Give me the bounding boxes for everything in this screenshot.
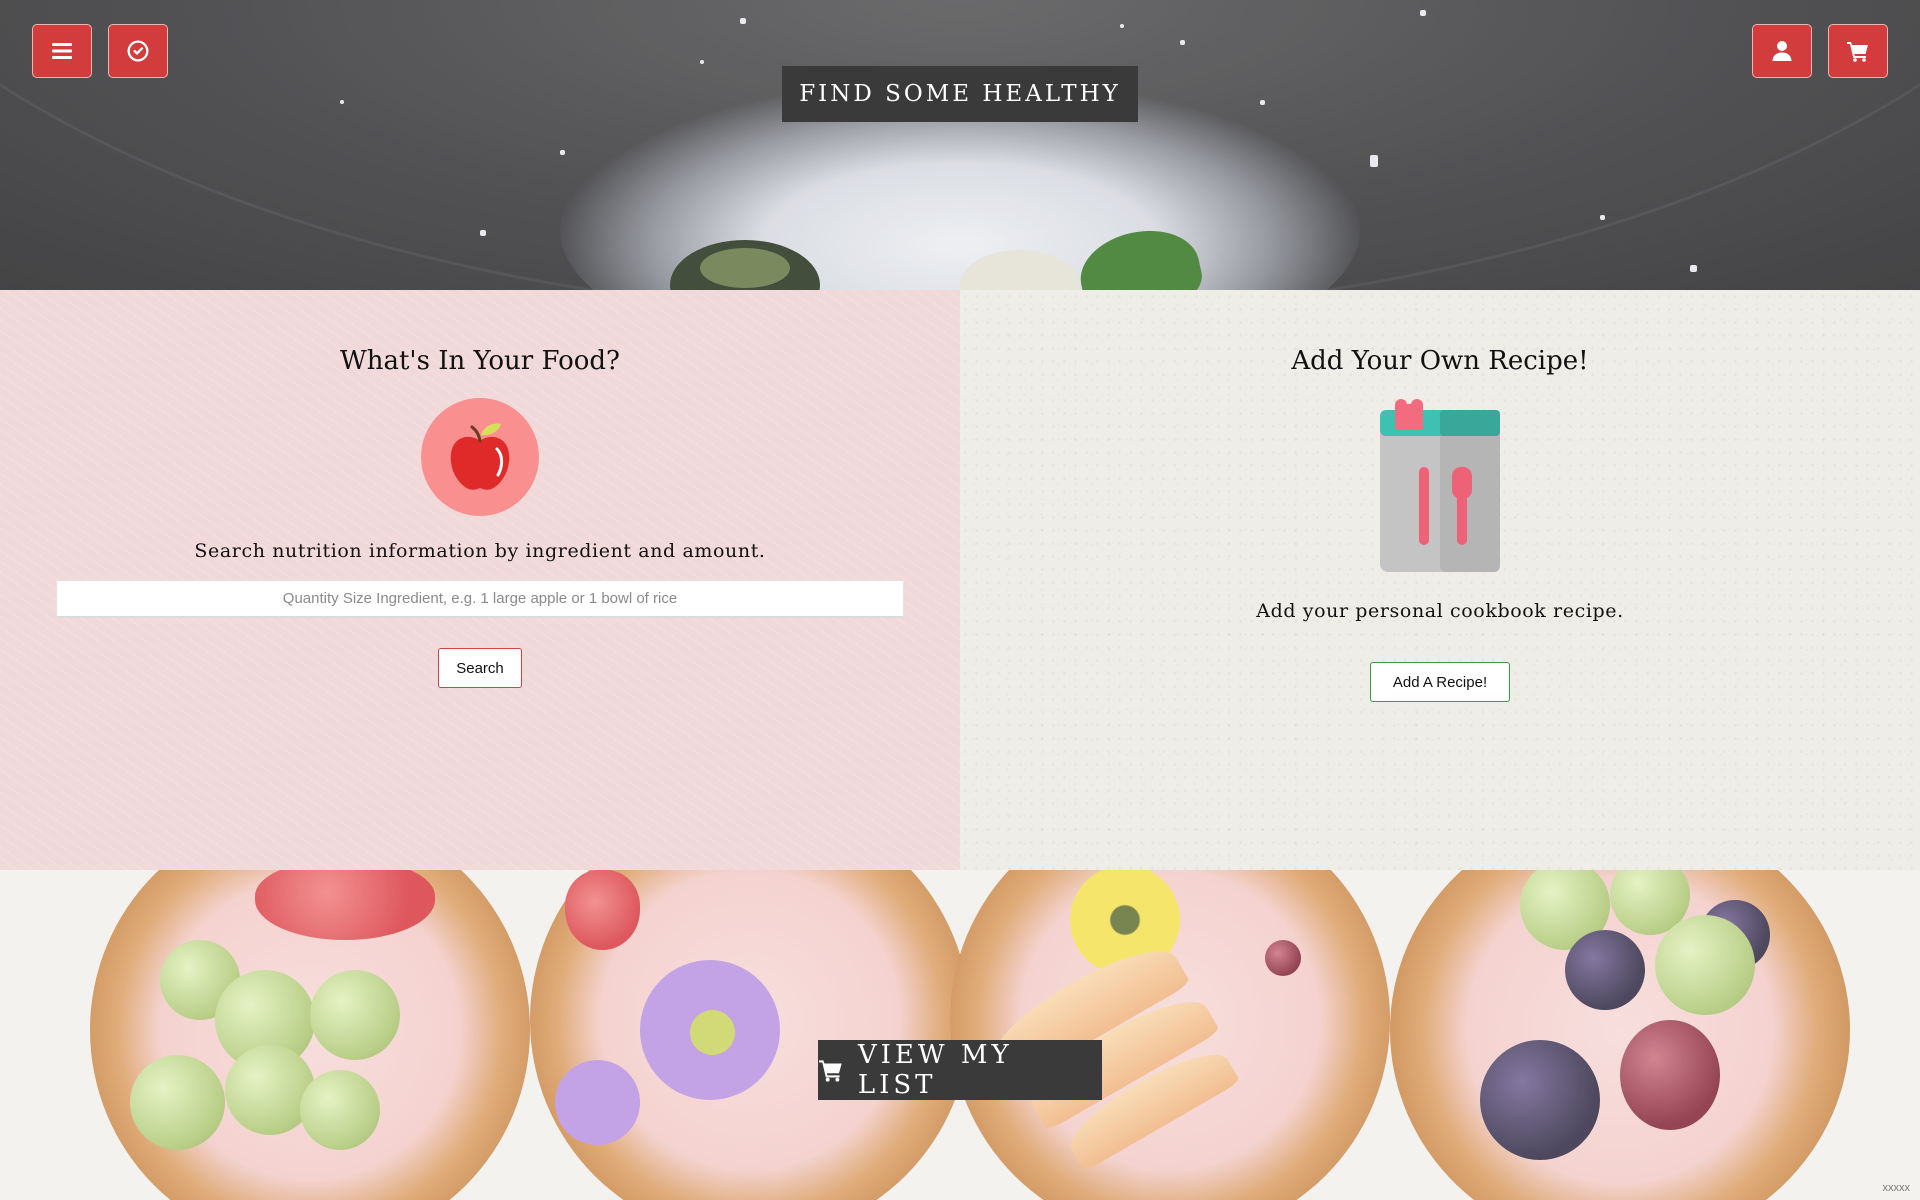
check-circle-icon (127, 40, 149, 62)
nutrition-heading: What's In Your Food? (340, 346, 620, 376)
menu-icon (52, 43, 72, 59)
menu-button[interactable] (32, 24, 92, 78)
check-button[interactable] (108, 24, 168, 78)
site-title-button[interactable]: FIND SOME HEALTHY (782, 66, 1138, 122)
ingredient-search-input[interactable] (56, 580, 904, 618)
user-button[interactable] (1752, 24, 1812, 78)
nutrition-description: Search nutrition information by ingredie… (194, 540, 766, 562)
user-icon (1772, 41, 1792, 61)
hero-banner (0, 0, 1920, 290)
search-button[interactable]: Search (438, 648, 522, 688)
view-my-list-button[interactable]: VIEW MY LIST (818, 1040, 1102, 1100)
recipe-heading: Add Your Own Recipe! (1291, 346, 1589, 376)
add-recipe-button[interactable]: Add A Recipe! (1370, 662, 1510, 702)
cart-icon (1847, 42, 1868, 62)
nutrition-panel: What's In Your Food? Search nutrition in… (0, 290, 960, 870)
cart-button[interactable] (1828, 24, 1888, 78)
footer-mark: xxxxx (1882, 1182, 1911, 1194)
dessert-banner (0, 870, 1920, 1200)
site-title: FIND SOME HEALTHY (799, 81, 1121, 107)
view-my-list-label: VIEW MY LIST (857, 1040, 1013, 1100)
recipe-panel: Add Your Own Recipe! Add your personal c… (960, 290, 1920, 870)
recipe-description: Add your personal cookbook recipe. (1256, 600, 1624, 622)
cart-icon (819, 1060, 842, 1082)
cookbook-icon (1377, 398, 1503, 576)
apple-icon (421, 398, 539, 516)
